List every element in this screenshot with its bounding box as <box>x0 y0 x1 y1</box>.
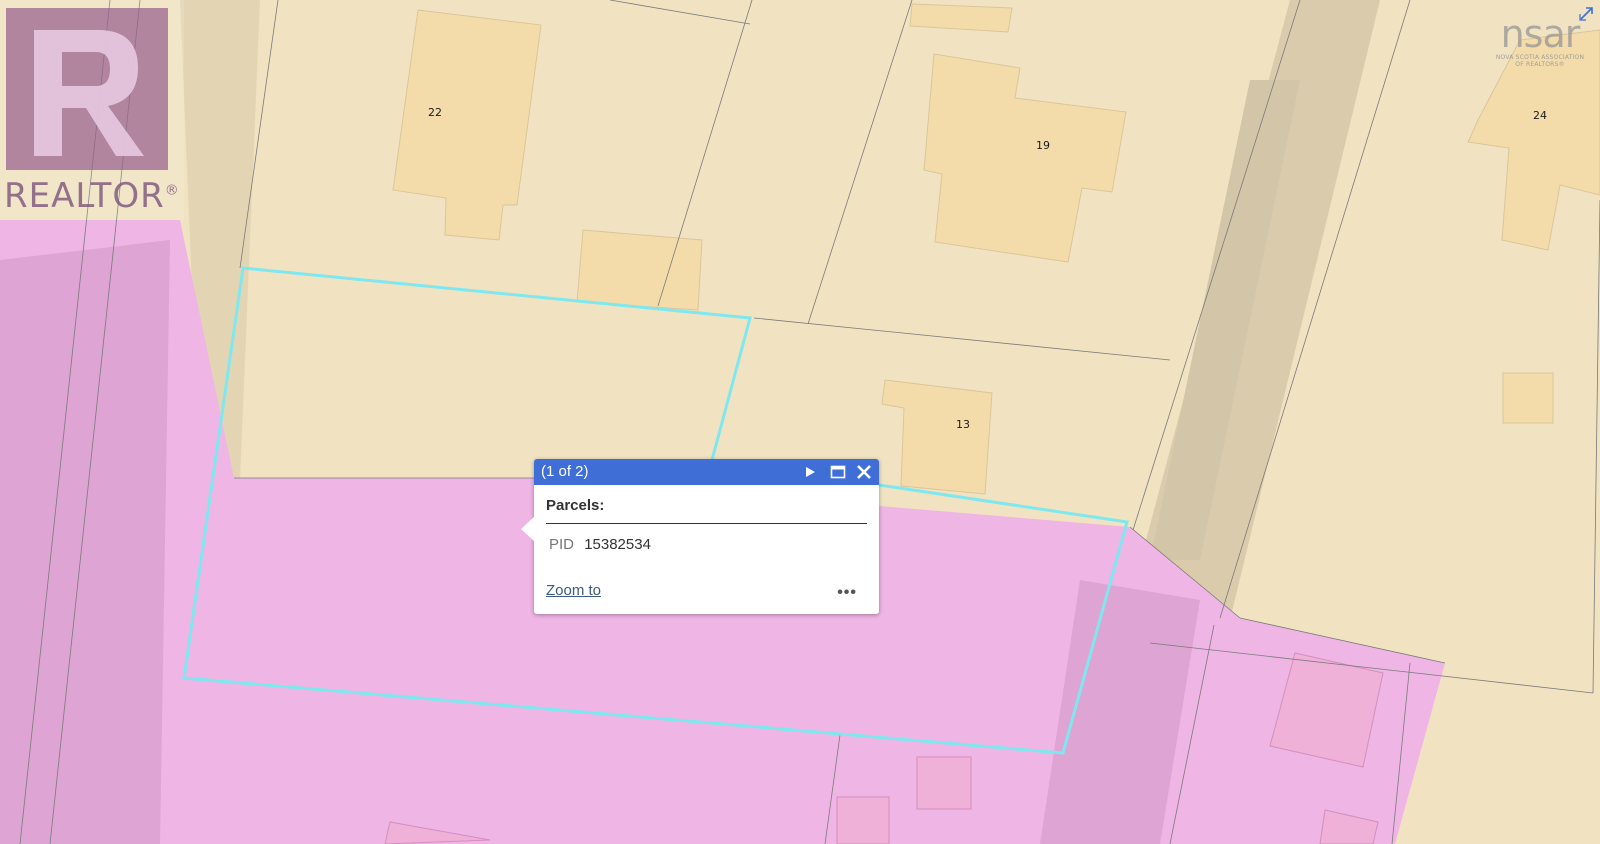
popup-feature-count: (1 of 2) <box>541 463 589 480</box>
attribute-name: PID <box>549 536 575 553</box>
popup-header: (1 of 2) <box>534 459 879 485</box>
play-next-icon[interactable] <box>800 462 820 482</box>
parcel-map[interactable]: 22 19 24 13 <box>0 0 1600 844</box>
realtor-wordmark: REALTOR® <box>4 176 180 216</box>
nsar-logo: nsar NOVA SCOTIA ASSOCIATION OF REALTORS… <box>1488 14 1592 70</box>
nsar-letters: nsar <box>1500 12 1581 56</box>
popup-title: Parcels: <box>546 497 867 524</box>
parcel-popup: (1 of 2) Parcels: PID 15382534 Zoom to •… <box>521 459 879 614</box>
maximize-window-icon[interactable] <box>828 462 848 482</box>
ellipsis-icon[interactable]: ••• <box>837 584 857 602</box>
lot-label-19: 19 <box>1036 139 1050 152</box>
lot-label-24: 24 <box>1533 109 1547 122</box>
zoom-to-link[interactable]: Zoom to <box>546 582 601 599</box>
popup-footer: Zoom to ••• <box>546 582 867 602</box>
lot-label-22: 22 <box>428 106 442 119</box>
nsar-tagline-1: NOVA SCOTIA ASSOCIATION <box>1495 54 1585 61</box>
attribute-value: 15382534 <box>584 536 651 553</box>
popup-body: Parcels: PID 15382534 <box>534 485 879 553</box>
realtor-logo: REALTOR® <box>0 0 184 220</box>
realtor-r-mark-icon <box>6 8 168 170</box>
nsar-tagline-2: OF REALTORS® <box>1515 61 1565 68</box>
close-icon[interactable] <box>854 462 874 482</box>
attribute-row: PID 15382534 <box>546 536 867 553</box>
lot-label-13: 13 <box>956 418 970 431</box>
expand-arrow-icon[interactable] <box>1578 4 1596 22</box>
popup-pointer <box>521 517 534 541</box>
